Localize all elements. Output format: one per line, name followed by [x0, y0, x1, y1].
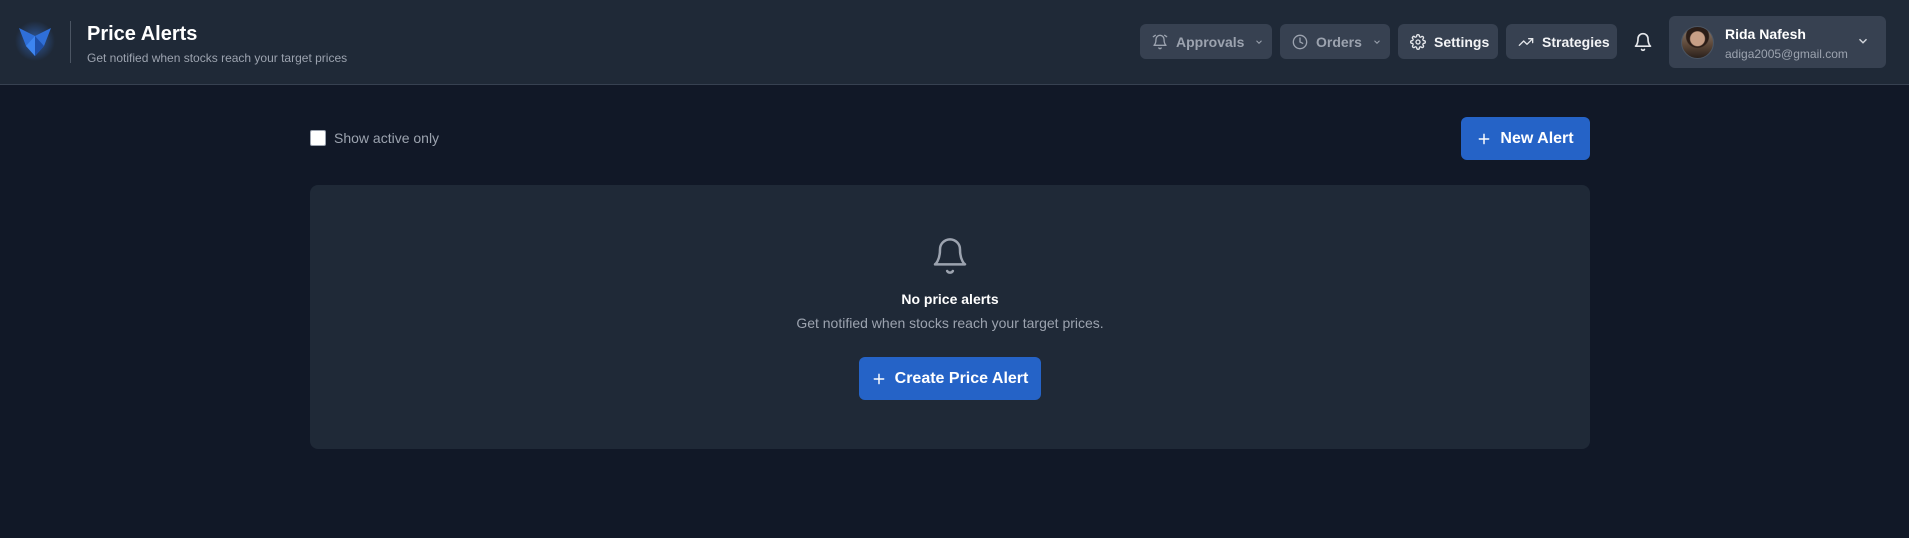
plus-icon: [873, 373, 885, 384]
settings-label: Settings: [1434, 33, 1490, 50]
bell-icon: [1634, 32, 1651, 51]
plus-icon: [1478, 133, 1490, 144]
settings-button[interactable]: Settings: [1398, 24, 1498, 59]
show-active-checkbox[interactable]: [310, 130, 326, 146]
brand-logo-icon[interactable]: [14, 20, 56, 62]
approvals-button[interactable]: Approvals: [1140, 24, 1272, 59]
bell-icon: [933, 238, 967, 274]
orders-button[interactable]: Orders: [1280, 24, 1390, 59]
chevron-down-icon: [1256, 39, 1263, 44]
avatar: [1681, 26, 1714, 59]
page-subtitle: Get notified when stocks reach your targ…: [87, 51, 348, 65]
user-email: adiga2005@gmail.com: [1725, 47, 1848, 61]
clock-icon: [1292, 34, 1308, 49]
chevron-down-icon: [1374, 39, 1380, 44]
trending-up-icon: [1518, 37, 1534, 46]
new-alert-label: New Alert: [1500, 129, 1574, 147]
gear-icon: [1410, 33, 1426, 50]
strategies-label: Strategies: [1542, 33, 1610, 50]
notifications-button[interactable]: [1630, 29, 1655, 54]
header-divider: [70, 21, 71, 63]
show-active-label: Show active only: [334, 130, 440, 146]
create-price-alert-button[interactable]: Create Price Alert: [859, 357, 1041, 400]
new-alert-button[interactable]: New Alert: [1461, 117, 1590, 160]
page-title: Price Alerts: [87, 23, 198, 45]
top-header: Price Alerts Get notified when stocks re…: [0, 0, 1909, 85]
orders-label: Orders: [1316, 33, 1362, 50]
empty-state-description: Get notified when stocks reach your targ…: [796, 315, 1104, 331]
chevron-down-icon: [1858, 38, 1868, 44]
user-menu[interactable]: Rida Nafesh adiga2005@gmail.com: [1669, 16, 1886, 68]
approvals-label: Approvals: [1176, 33, 1245, 50]
empty-state-title: No price alerts: [901, 291, 999, 307]
create-price-alert-label: Create Price Alert: [894, 369, 1029, 387]
empty-state-card: No price alerts Get notified when stocks…: [310, 185, 1590, 449]
show-active-toggle[interactable]: Show active only: [310, 130, 439, 146]
alarm-bell-icon: [1152, 34, 1168, 49]
user-name: Rida Nafesh: [1725, 26, 1806, 42]
strategies-button[interactable]: Strategies: [1506, 24, 1617, 59]
